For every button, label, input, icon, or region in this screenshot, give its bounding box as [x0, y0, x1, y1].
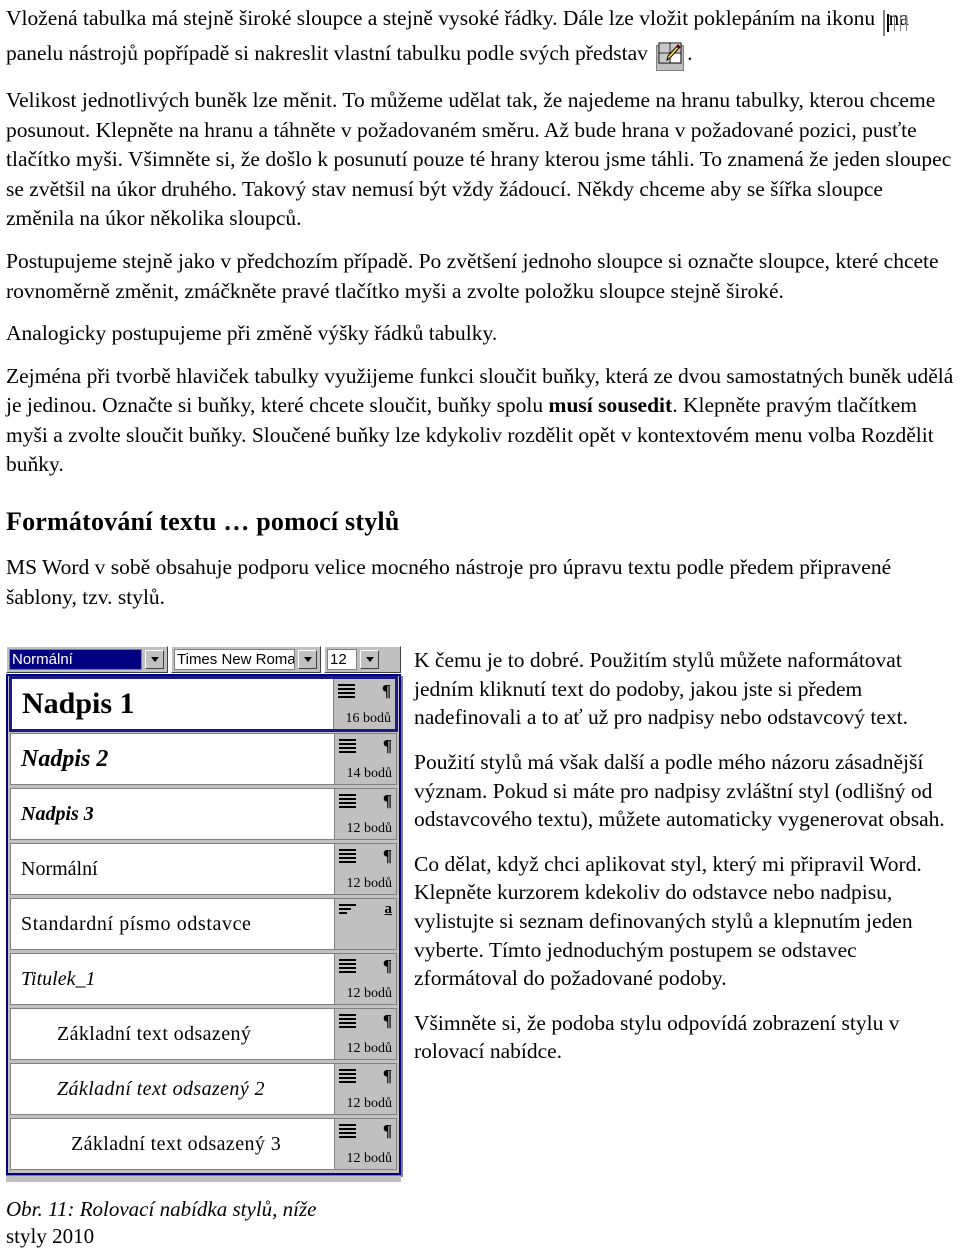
style-list-item[interactable]: Základní text odsazený ¶ 12 bodů	[10, 1008, 397, 1061]
style-list-item[interactable]: Nadpis 1 ¶ 16 bodů	[9, 676, 398, 733]
paragraph-3: Postupujeme stejně jako v předchozím pří…	[6, 248, 939, 303]
pilcrow-icon: ¶	[382, 736, 392, 756]
style-combo[interactable]: Normální	[6, 646, 168, 674]
style-meta: a	[334, 899, 396, 950]
figure-caption: Obr. 11: Rolovací nabídka stylů, níže st…	[6, 1196, 401, 1251]
figure-caption-italic: Obr. 11: Rolovací nabídka stylů, níže	[6, 1197, 317, 1222]
style-name: Standardní písmo odstavce	[21, 912, 252, 935]
style-name: Základní text odsazený	[57, 1022, 252, 1045]
section-intro-paragraph: MS Word v sobě obsahuje podporu velice m…	[6, 555, 892, 609]
paragraph-1: Vložená tabulka má stejně široké sloupce…	[0, 0, 960, 73]
style-list-item[interactable]: Normální ¶ 12 bodů	[10, 843, 397, 896]
style-meta: ¶ 16 bodů	[333, 679, 395, 730]
side-text-column: K čemu je to dobré. Použitím stylů můžet…	[414, 646, 954, 1066]
styles-dropdown-list[interactable]: Nadpis 1 ¶ 16 bodů Nadpis 2 ¶ 14 bodů Na…	[6, 674, 401, 1176]
insert-table-icon	[883, 9, 908, 39]
paragraph-style-icon	[339, 792, 356, 810]
paragraph-1-text-c: .	[687, 40, 693, 65]
character-style-icon	[339, 902, 356, 916]
style-list-item[interactable]: Základní text odsazený 3 ¶ 12 bodů	[10, 1118, 397, 1171]
chevron-down-icon[interactable]	[298, 650, 317, 670]
style-meta: ¶ 12 bodů	[334, 844, 396, 895]
style-meta: ¶ 12 bodů	[334, 789, 396, 840]
style-name: Nadpis 1	[22, 687, 135, 721]
style-combo-value[interactable]: Normální	[9, 649, 142, 671]
style-meta: ¶ 14 bodů	[334, 734, 396, 785]
document-page: Vložená tabulka má stejně široké sloupce…	[0, 0, 960, 1248]
figure-and-sidetext-row: Normální Times New Roman 12 Nadpis 1 ¶ 1…	[0, 646, 960, 1248]
style-name: Základní text odsazený 3	[71, 1132, 282, 1155]
style-list-item[interactable]: Nadpis 3 ¶ 12 bodů	[10, 788, 397, 841]
style-points: 12 bodů	[346, 1041, 393, 1057]
paragraph-style-icon	[339, 1067, 356, 1085]
font-combo-value[interactable]: Times New Roman	[174, 649, 295, 671]
font-combo[interactable]: Times New Roman	[171, 646, 321, 674]
style-name: Titulek_1	[21, 967, 96, 990]
paragraph-1-text-a: Vložená tabulka má stejně široké sloupce…	[6, 6, 876, 30]
style-list-item[interactable]: Standardní písmo odstavce a	[10, 898, 397, 951]
pilcrow-icon: ¶	[382, 791, 392, 811]
character-marker-icon: a	[384, 901, 393, 918]
style-points: 16 bodů	[345, 711, 392, 727]
side-paragraph-3: Co dělat, když chci aplikovat styl, kter…	[414, 851, 922, 991]
style-meta: ¶ 12 bodů	[334, 1119, 396, 1170]
paragraph-4: Analogicky postupujeme při změně výšky ř…	[6, 321, 498, 346]
formatting-toolbar: Normální Times New Roman 12	[6, 646, 401, 674]
paragraph-style-icon	[339, 847, 356, 865]
paragraph-style-icon	[338, 682, 355, 700]
chevron-down-icon[interactable]	[145, 650, 164, 670]
style-points: 12 bodů	[346, 1096, 393, 1112]
pilcrow-icon: ¶	[382, 1121, 392, 1141]
list-bottom-edge	[6, 1175, 401, 1183]
paragraph-style-icon	[339, 1122, 356, 1140]
style-points: 14 bodů	[346, 766, 393, 782]
style-meta: ¶ 12 bodů	[334, 1064, 396, 1115]
paragraph-style-icon	[339, 1012, 356, 1030]
side-paragraph-2: Použití stylů má však další a podle mého…	[414, 749, 945, 832]
style-list-item[interactable]: Základní text odsazený 2 ¶ 12 bodů	[10, 1063, 397, 1116]
style-name: Základní text odsazený 2	[57, 1077, 265, 1100]
paragraph-5-emphasis: musí sousedit	[548, 393, 673, 418]
style-meta: ¶ 12 bodů	[334, 954, 396, 1005]
style-points: 12 bodů	[346, 986, 393, 1002]
figure-styles-dropdown: Normální Times New Roman 12 Nadpis 1 ¶ 1…	[6, 646, 401, 1251]
font-size-combo[interactable]: 12	[324, 646, 401, 674]
pilcrow-icon: ¶	[381, 681, 391, 701]
paragraph-style-icon	[339, 957, 356, 975]
style-points	[339, 946, 392, 947]
draw-table-icon	[656, 41, 685, 74]
style-name: Normální	[21, 857, 98, 880]
side-paragraph-4: Všimněte si, že podoba stylu odpovídá zo…	[414, 1010, 900, 1064]
style-points: 12 bodů	[346, 876, 393, 892]
style-points: 12 bodů	[346, 1151, 393, 1167]
word-styles-widget: Normální Times New Roman 12 Nadpis 1 ¶ 1…	[6, 646, 401, 1183]
pilcrow-icon: ¶	[382, 1011, 392, 1031]
paragraph-5: Zejména při tvorbě hlaviček tabulky využ…	[0, 362, 960, 480]
style-name: Nadpis 3	[21, 802, 94, 825]
paragraph-style-icon	[339, 737, 356, 755]
pilcrow-icon: ¶	[382, 846, 392, 866]
style-list-item[interactable]: Nadpis 2 ¶ 14 bodů	[10, 733, 397, 786]
side-paragraph-1: K čemu je to dobré. Použitím stylů můžet…	[414, 648, 908, 730]
pilcrow-icon: ¶	[382, 956, 392, 976]
font-size-combo-value[interactable]: 12	[327, 649, 357, 671]
style-meta: ¶ 12 bodů	[334, 1009, 396, 1060]
section-heading: Formátování textu … pomocí stylů	[6, 506, 400, 536]
pilcrow-icon: ¶	[382, 1066, 392, 1086]
figure-caption-plain: styly 2010	[6, 1224, 95, 1249]
style-points: 12 bodů	[346, 821, 393, 837]
style-list-item[interactable]: Titulek_1 ¶ 12 bodů	[10, 953, 397, 1006]
chevron-down-icon[interactable]	[360, 650, 379, 670]
style-name: Nadpis 2	[21, 745, 109, 772]
paragraph-2: Velikost jednotlivých buněk lze měnit. T…	[6, 88, 952, 231]
